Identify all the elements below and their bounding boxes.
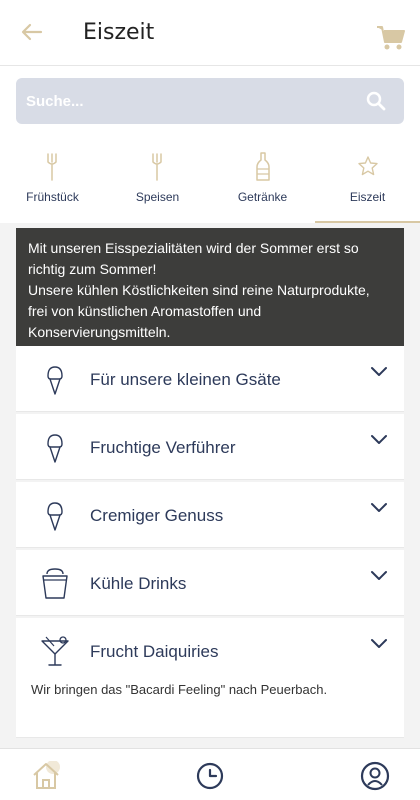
search-icon[interactable] — [366, 91, 386, 111]
cocktail-icon — [41, 636, 69, 666]
tab-getraenke[interactable]: Getränke — [210, 140, 315, 223]
category-label: Cremiger Genuss — [90, 506, 224, 525]
category-item-fruchtige-verfuehrer[interactable]: Fruchtige Verführer — [16, 414, 404, 480]
search-bar-container — [0, 66, 420, 140]
cutlery-icon — [46, 153, 57, 181]
chevron-down-icon[interactable] — [370, 366, 388, 378]
search-input[interactable] — [26, 78, 346, 124]
tab-fruehstueck[interactable]: Frühstück — [0, 140, 105, 223]
category-label: Kühle Drinks — [90, 574, 187, 593]
category-item-kleine-gaeste[interactable]: Für unsere kleinen Gsäte — [16, 346, 404, 412]
ice-cream-icon — [47, 502, 63, 531]
bucket-icon — [42, 568, 68, 599]
clock-icon[interactable] — [195, 761, 225, 791]
cart-icon[interactable] — [376, 24, 406, 52]
tab-label: Speisen — [135, 190, 180, 204]
chevron-down-icon[interactable] — [370, 638, 388, 650]
search-bar — [16, 78, 404, 124]
back-arrow-icon[interactable] — [20, 20, 44, 44]
info-banner: Mit unseren Eisspezialitäten wird der So… — [16, 228, 404, 346]
bottom-navigation — [0, 748, 420, 800]
ice-cream-icon — [47, 366, 63, 395]
chevron-down-icon[interactable] — [370, 434, 388, 446]
home-icon[interactable] — [31, 761, 61, 791]
category-tabs: Frühstück Speisen Getränke Eiszeit — [0, 140, 420, 223]
bottle-icon — [255, 152, 270, 181]
category-label: Frucht Daiquiries — [90, 642, 219, 661]
chevron-down-icon[interactable] — [370, 570, 388, 582]
tab-label: Eiszeit — [349, 190, 386, 204]
category-label: Für unsere kleinen Gsäte — [90, 370, 281, 389]
category-item-kuehle-drinks[interactable]: Kühle Drinks — [16, 550, 404, 616]
page-title: Eiszeit — [83, 20, 155, 45]
star-icon — [357, 156, 378, 176]
category-list: Für unsere kleinen Gsäte Fruchtige Verfü… — [16, 346, 404, 740]
app-header: Eiszeit — [0, 0, 420, 66]
tab-label: Getränke — [237, 190, 288, 204]
cutlery-icon — [151, 153, 162, 181]
ice-cream-icon — [47, 434, 63, 463]
tab-eiszeit[interactable]: Eiszeit — [315, 140, 420, 223]
banner-text-line2: Unsere kühlen Köstlichkeiten sind reine … — [28, 282, 370, 340]
category-label: Fruchtige Verführer — [90, 438, 236, 457]
category-item-cremiger-genuss[interactable]: Cremiger Genuss — [16, 482, 404, 548]
banner-text-line1: Mit unseren Eisspezialitäten wird der So… — [28, 240, 359, 277]
tab-label: Frühstück — [26, 190, 79, 204]
profile-icon[interactable] — [360, 761, 390, 791]
tab-speisen[interactable]: Speisen — [105, 140, 210, 223]
chevron-down-icon[interactable] — [370, 502, 388, 514]
category-description: Wir bringen das "Bacardi Feeling" nach P… — [31, 682, 328, 697]
category-item-frucht-daiquiries[interactable]: Frucht Daiquiries Wir bringen das "Bacar… — [16, 618, 404, 738]
